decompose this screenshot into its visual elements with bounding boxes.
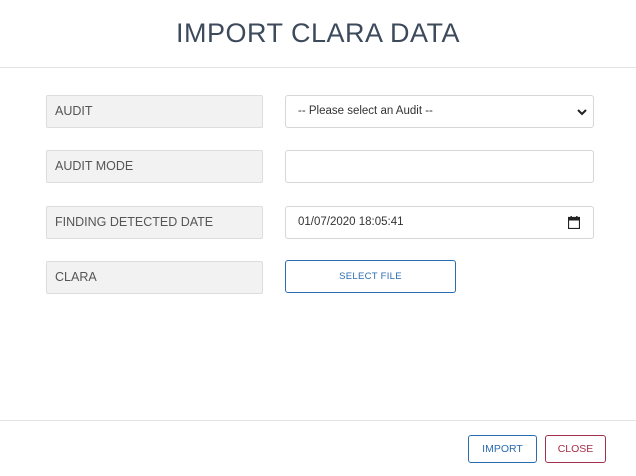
select-file-button[interactable]: SELECT FILE: [285, 260, 456, 293]
dialog-footer: IMPORT CLOSE: [0, 420, 636, 476]
dialog-title: IMPORT CLARA DATA: [175, 18, 461, 48]
finding-date-row: FINDING DETECTED DATE 01/07/2020 18:05:4…: [46, 206, 594, 239]
audit-select-value: -- Please select an Audit --: [298, 105, 433, 117]
calendar-icon[interactable]: [568, 216, 580, 229]
finding-date-value: 01/07/2020 18:05:41: [298, 216, 404, 228]
dialog-body: AUDIT -- Please select an Audit -- AUDIT…: [0, 68, 636, 420]
audit-mode-row: AUDIT MODE: [46, 150, 594, 183]
audit-label: AUDIT: [46, 95, 263, 128]
clara-row: CLARA SELECT FILE: [46, 260, 594, 294]
close-button[interactable]: CLOSE: [545, 435, 606, 463]
finding-date-input[interactable]: 01/07/2020 18:05:41: [285, 206, 594, 239]
chevron-down-icon: [577, 109, 587, 116]
audit-mode-input[interactable]: [285, 150, 594, 183]
finding-date-label: FINDING DETECTED DATE: [46, 206, 263, 239]
dialog-header: IMPORT CLARA DATA: [0, 0, 636, 68]
import-button[interactable]: IMPORT: [468, 435, 537, 463]
audit-select[interactable]: -- Please select an Audit --: [285, 95, 594, 128]
clara-label: CLARA: [46, 261, 263, 294]
audit-row: AUDIT -- Please select an Audit --: [46, 95, 594, 128]
audit-mode-label: AUDIT MODE: [46, 150, 263, 183]
import-clara-dialog: IMPORT CLARA DATA AUDIT -- Please select…: [0, 0, 636, 475]
